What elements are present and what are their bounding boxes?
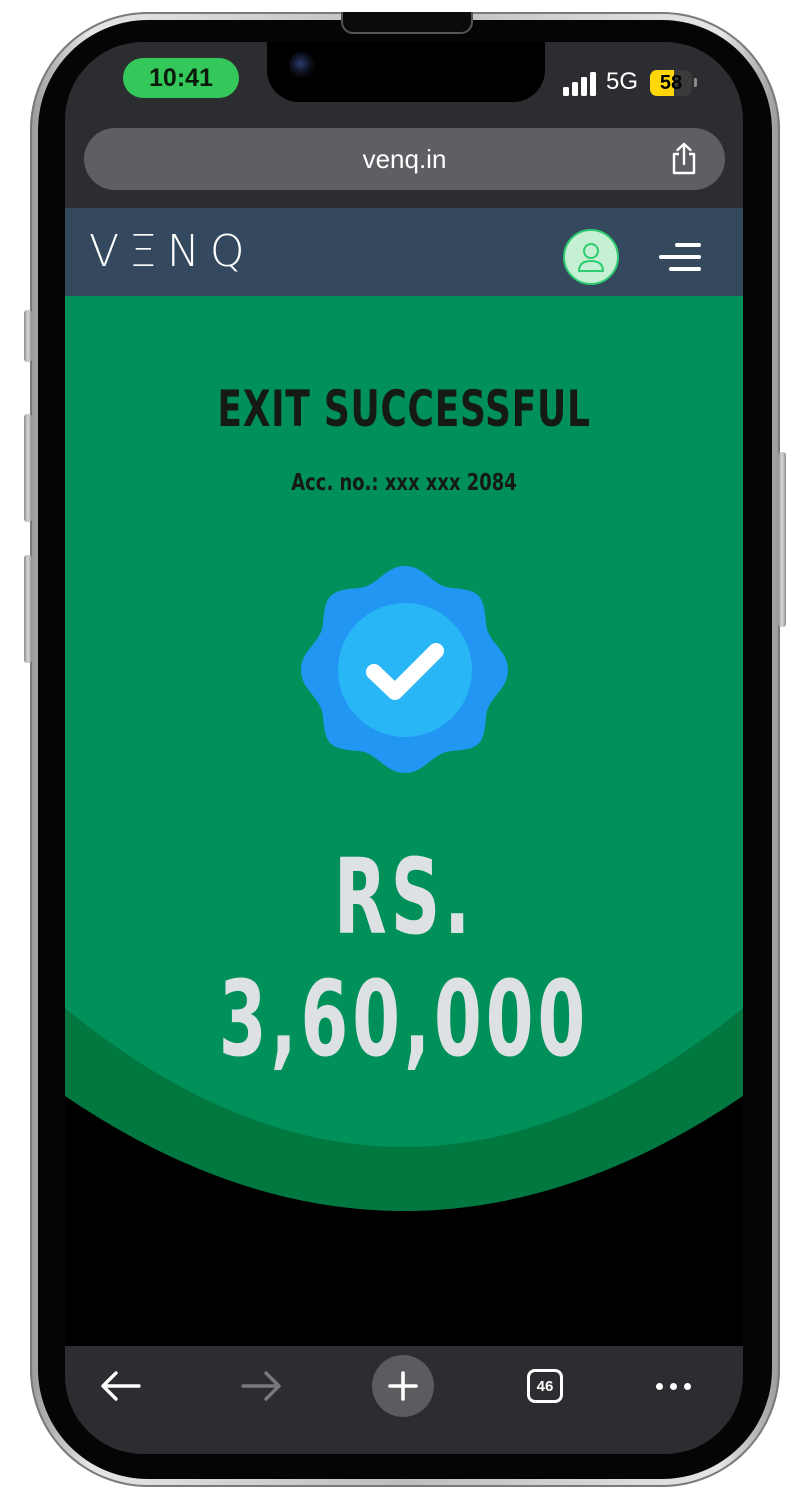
exit-success-panel: EXIT SUCCESSFUL Acc. no.: xxx xxx 2084 R… bbox=[65, 296, 743, 1346]
badge-inner-circle bbox=[338, 603, 472, 737]
back-button[interactable] bbox=[89, 1354, 153, 1418]
user-icon bbox=[578, 243, 604, 272]
phone-screen: 10:41 5G 58 venq.in VΞNQ EXIT SUCCESSFUL… bbox=[65, 42, 743, 1454]
app-header: VΞNQ bbox=[65, 208, 743, 296]
battery-tip bbox=[694, 78, 697, 87]
browser-chrome-top: 10:41 5G 58 venq.in bbox=[65, 42, 743, 208]
tabs-count: 46 bbox=[527, 1369, 563, 1403]
speaker-grille bbox=[341, 12, 473, 34]
battery-icon: 58 bbox=[650, 70, 692, 96]
arrow-left-icon bbox=[101, 1371, 141, 1401]
verified-check-icon bbox=[301, 566, 508, 773]
plus-icon bbox=[372, 1355, 434, 1417]
status-time[interactable]: 10:41 bbox=[123, 58, 239, 98]
tabs-button[interactable]: 46 bbox=[513, 1354, 577, 1418]
venq-logo[interactable]: VΞNQ bbox=[89, 226, 254, 277]
front-camera bbox=[289, 52, 315, 78]
more-options-icon[interactable] bbox=[641, 1354, 705, 1418]
exit-title: EXIT SUCCESSFUL bbox=[217, 380, 591, 438]
volume-up-button bbox=[24, 414, 32, 522]
hero-background bbox=[65, 296, 743, 1211]
power-button bbox=[778, 452, 786, 627]
exit-amount: RS. 3,60,000 bbox=[218, 836, 590, 1080]
cellular-signal-icon bbox=[563, 72, 599, 96]
profile-avatar-button[interactable] bbox=[563, 229, 619, 285]
account-number: Acc. no.: xxx xxx 2084 bbox=[291, 470, 517, 496]
url-text[interactable]: venq.in bbox=[84, 128, 725, 190]
forward-button[interactable] bbox=[229, 1354, 293, 1418]
new-tab-button[interactable] bbox=[371, 1354, 435, 1418]
battery-percent: 58 bbox=[659, 71, 683, 94]
volume-down-button bbox=[24, 555, 32, 663]
browser-toolbar: 46 bbox=[65, 1346, 743, 1454]
address-bar[interactable]: venq.in bbox=[84, 128, 725, 190]
arrow-right-icon bbox=[241, 1371, 281, 1401]
network-type: 5G bbox=[606, 68, 639, 95]
hamburger-menu-icon[interactable] bbox=[659, 239, 701, 275]
share-icon[interactable] bbox=[669, 142, 699, 176]
action-button bbox=[24, 310, 32, 362]
